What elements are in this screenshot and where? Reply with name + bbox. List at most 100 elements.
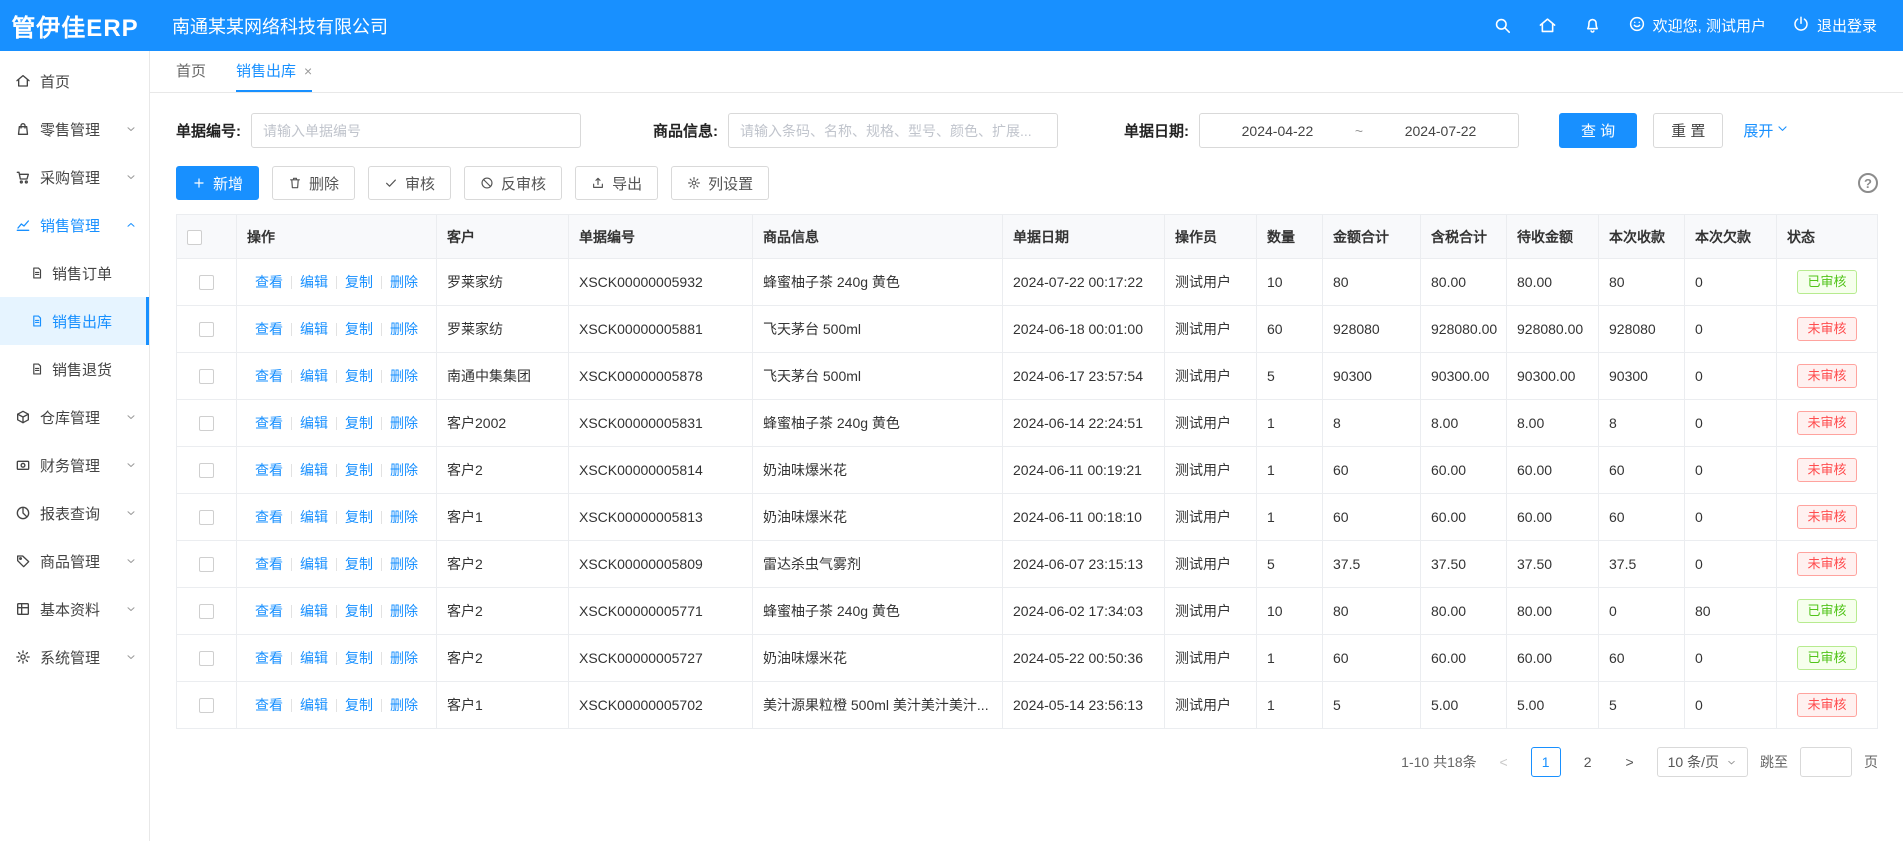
edit-link[interactable]: 编辑 [300, 650, 328, 666]
date-end[interactable]: 2024-07-22 [1405, 123, 1477, 139]
doc-no-input[interactable] [251, 113, 581, 148]
view-link[interactable]: 查看 [255, 697, 283, 713]
delete-link[interactable]: 删除 [390, 274, 418, 290]
view-link[interactable]: 查看 [255, 509, 283, 525]
delete-link[interactable]: 删除 [390, 509, 418, 525]
delete-link[interactable]: 删除 [390, 697, 418, 713]
sidebar-item-system[interactable]: 系统管理 [0, 633, 149, 681]
edit-link[interactable]: 编辑 [300, 509, 328, 525]
help-icon[interactable]: ? [1858, 173, 1878, 193]
view-link[interactable]: 查看 [255, 650, 283, 666]
sidebar-item-products[interactable]: 商品管理 [0, 537, 149, 585]
view-link[interactable]: 查看 [255, 274, 283, 290]
row-checkbox[interactable] [199, 651, 214, 666]
view-link[interactable]: 查看 [255, 415, 283, 431]
row-checkbox[interactable] [199, 322, 214, 337]
copy-link[interactable]: 复制 [345, 415, 373, 431]
edit-link[interactable]: 编辑 [300, 462, 328, 478]
table-row[interactable]: 查看编辑复制删除 客户2 XSCK00000005727 奶油味爆米花 2024… [177, 635, 1878, 682]
select-all-checkbox[interactable] [187, 230, 202, 245]
copy-link[interactable]: 复制 [345, 368, 373, 384]
delete-link[interactable]: 删除 [390, 556, 418, 572]
prev-page-button[interactable]: < [1489, 747, 1519, 777]
expand-link[interactable]: 展开 [1743, 120, 1789, 141]
sidebar-item-retail[interactable]: 零售管理 [0, 105, 149, 153]
page-size-select[interactable]: 10 条/页 [1657, 747, 1748, 777]
edit-link[interactable]: 编辑 [300, 697, 328, 713]
search-icon[interactable] [1493, 16, 1512, 35]
sidebar-item-basic-data[interactable]: 基本资料 [0, 585, 149, 633]
page-button-2[interactable]: 2 [1573, 747, 1603, 777]
reset-button[interactable]: 重 置 [1653, 113, 1723, 148]
view-link[interactable]: 查看 [255, 603, 283, 619]
close-icon[interactable]: × [304, 64, 312, 78]
delete-link[interactable]: 删除 [390, 462, 418, 478]
copy-link[interactable]: 复制 [345, 603, 373, 619]
sidebar-item-reports[interactable]: 报表查询 [0, 489, 149, 537]
sidebar-item-purchase[interactable]: 采购管理 [0, 153, 149, 201]
copy-link[interactable]: 复制 [345, 650, 373, 666]
sidebar-item-sales[interactable]: 销售管理 [0, 201, 149, 249]
home-icon[interactable] [1538, 16, 1557, 35]
row-checkbox[interactable] [199, 698, 214, 713]
page-button-1[interactable]: 1 [1531, 747, 1561, 777]
row-checkbox[interactable] [199, 369, 214, 384]
delete-link[interactable]: 删除 [390, 650, 418, 666]
add-button[interactable]: 新增 [176, 166, 259, 200]
copy-link[interactable]: 复制 [345, 556, 373, 572]
row-checkbox[interactable] [199, 557, 214, 572]
copy-link[interactable]: 复制 [345, 697, 373, 713]
copy-link[interactable]: 复制 [345, 274, 373, 290]
view-link[interactable]: 查看 [255, 368, 283, 384]
row-checkbox[interactable] [199, 275, 214, 290]
product-info-input[interactable] [728, 113, 1058, 148]
view-link[interactable]: 查看 [255, 321, 283, 337]
delete-link[interactable]: 删除 [390, 368, 418, 384]
welcome-user[interactable]: 欢迎您, 测试用户 [1628, 15, 1766, 37]
edit-link[interactable]: 编辑 [300, 415, 328, 431]
sidebar-item-sales-order[interactable]: 销售订单 [0, 249, 149, 297]
delete-link[interactable]: 删除 [390, 415, 418, 431]
table-row[interactable]: 查看编辑复制删除 客户1 XSCK00000005813 奶油味爆米花 2024… [177, 494, 1878, 541]
date-start[interactable]: 2024-04-22 [1242, 123, 1314, 139]
view-link[interactable]: 查看 [255, 556, 283, 572]
copy-link[interactable]: 复制 [345, 509, 373, 525]
column-settings-button[interactable]: 列设置 [671, 166, 769, 200]
delete-link[interactable]: 删除 [390, 603, 418, 619]
edit-link[interactable]: 编辑 [300, 603, 328, 619]
tab-home[interactable]: 首页 [176, 51, 206, 92]
table-row[interactable]: 查看编辑复制删除 罗莱家纺 XSCK00000005932 蜂蜜柚子茶 240g… [177, 259, 1878, 306]
table-row[interactable]: 查看编辑复制删除 南通中集集团 XSCK00000005878 飞天茅台 500… [177, 353, 1878, 400]
next-page-button[interactable]: > [1615, 747, 1645, 777]
sidebar-item-sales-return[interactable]: 销售退货 [0, 345, 149, 393]
row-checkbox[interactable] [199, 416, 214, 431]
row-checkbox[interactable] [199, 510, 214, 525]
sidebar-item-warehouse[interactable]: 仓库管理 [0, 393, 149, 441]
export-button[interactable]: 导出 [575, 166, 658, 200]
search-button[interactable]: 查 询 [1559, 113, 1637, 148]
sidebar-item-finance[interactable]: 财务管理 [0, 441, 149, 489]
table-row[interactable]: 查看编辑复制删除 罗莱家纺 XSCK00000005881 飞天茅台 500ml… [177, 306, 1878, 353]
bell-icon[interactable] [1583, 16, 1602, 35]
table-row[interactable]: 查看编辑复制删除 客户2002 XSCK00000005831 蜂蜜柚子茶 24… [177, 400, 1878, 447]
view-link[interactable]: 查看 [255, 462, 283, 478]
copy-link[interactable]: 复制 [345, 462, 373, 478]
date-range-picker[interactable]: 2024-04-22 ~ 2024-07-22 [1199, 113, 1519, 148]
delete-button[interactable]: 删除 [272, 166, 355, 200]
edit-link[interactable]: 编辑 [300, 368, 328, 384]
row-checkbox[interactable] [199, 463, 214, 478]
edit-link[interactable]: 编辑 [300, 274, 328, 290]
table-row[interactable]: 查看编辑复制删除 客户2 XSCK00000005814 奶油味爆米花 2024… [177, 447, 1878, 494]
edit-link[interactable]: 编辑 [300, 321, 328, 337]
sidebar-item-sales-outbound[interactable]: 销售出库 [0, 297, 149, 345]
audit-button[interactable]: 审核 [368, 166, 451, 200]
table-row[interactable]: 查看编辑复制删除 客户2 XSCK00000005809 雷达杀虫气雾剂 202… [177, 541, 1878, 588]
table-row[interactable]: 查看编辑复制删除 客户2 XSCK00000005771 蜂蜜柚子茶 240g … [177, 588, 1878, 635]
unaudit-button[interactable]: 反审核 [464, 166, 562, 200]
row-checkbox[interactable] [199, 604, 214, 619]
table-row[interactable]: 查看编辑复制删除 客户1 XSCK00000005702 美汁源果粒橙 500m… [177, 682, 1878, 729]
page-jump-input[interactable] [1800, 747, 1852, 777]
tab-sales-outbound[interactable]: 销售出库 × [236, 51, 312, 92]
sidebar-item-home[interactable]: 首页 [0, 57, 149, 105]
edit-link[interactable]: 编辑 [300, 556, 328, 572]
